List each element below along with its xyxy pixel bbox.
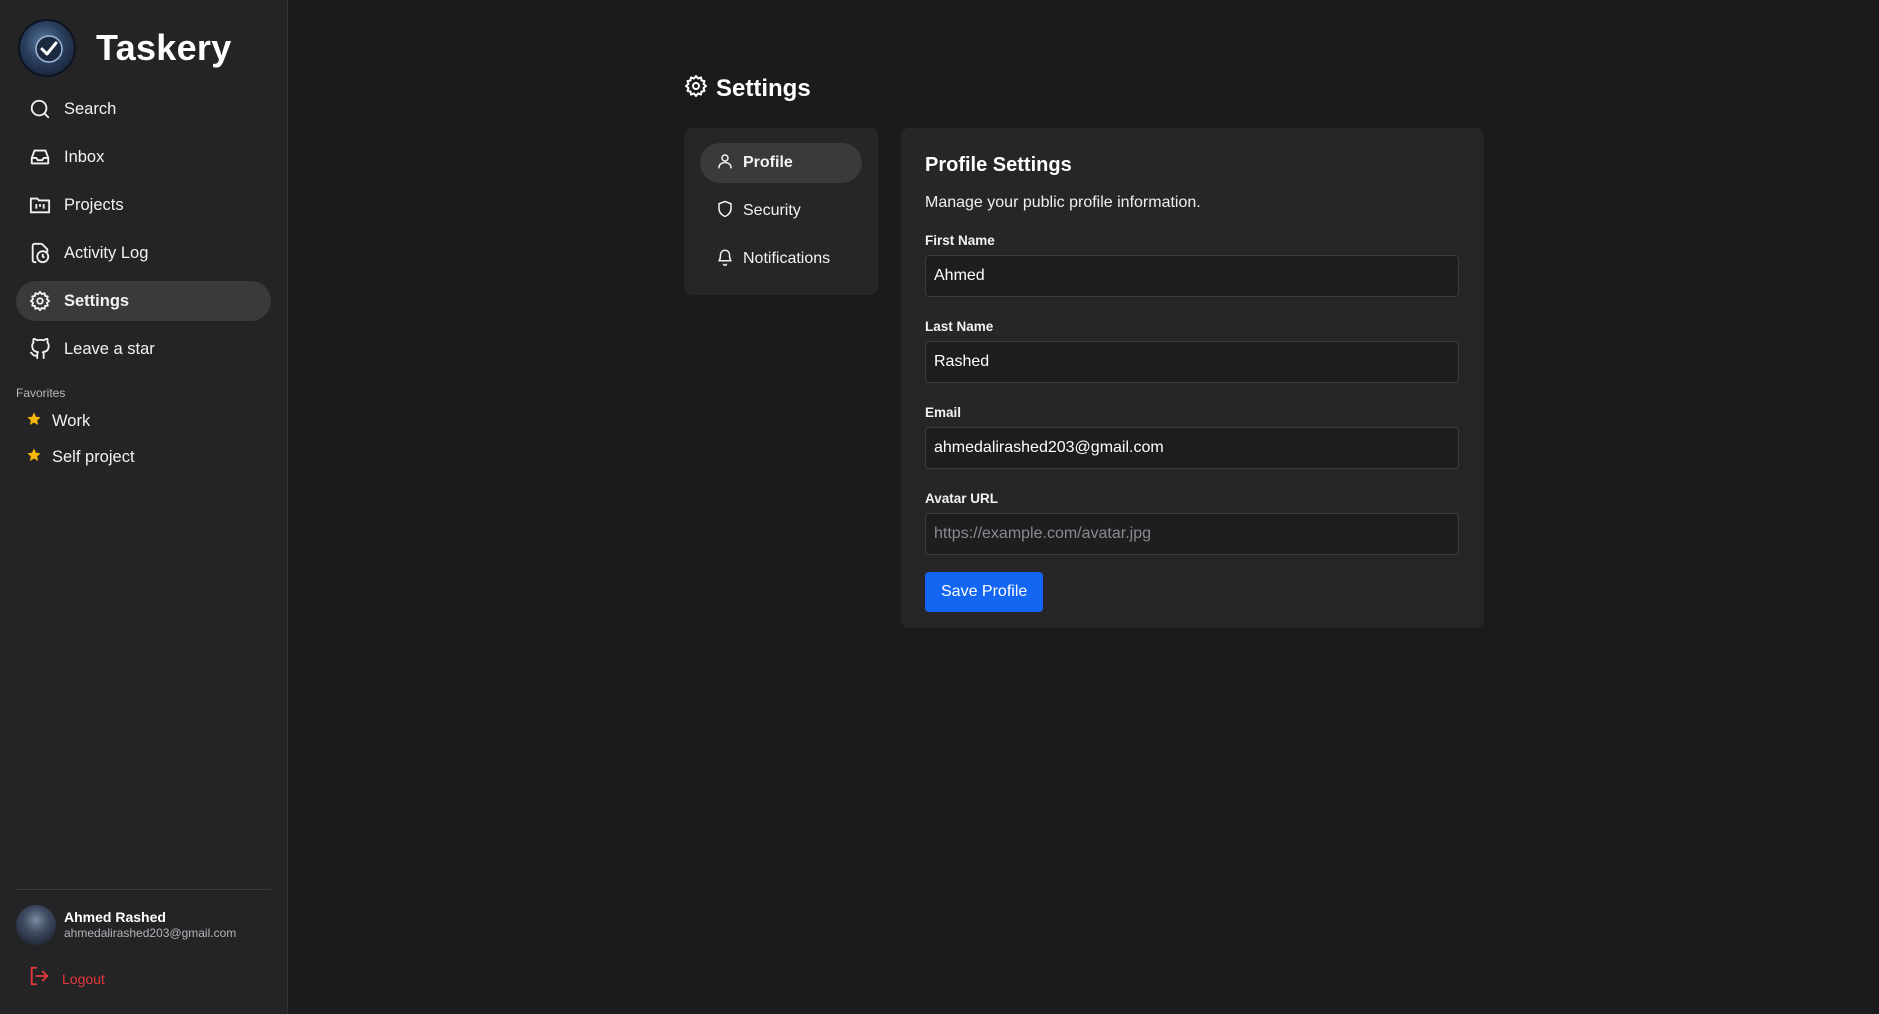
tab-label: Notifications bbox=[743, 250, 831, 267]
app-logo bbox=[18, 19, 76, 77]
favorite-item-self-project[interactable]: Self project bbox=[16, 439, 271, 475]
favorite-label: Self project bbox=[52, 447, 135, 466]
activity-log-icon bbox=[28, 241, 52, 265]
favorite-label: Work bbox=[52, 411, 91, 430]
user-email: ahmedalirashed203@gmail.com bbox=[64, 926, 237, 940]
logout-icon bbox=[28, 965, 50, 992]
first-name-field[interactable] bbox=[925, 255, 1459, 297]
search-icon bbox=[28, 97, 52, 121]
projects-icon bbox=[28, 193, 52, 217]
favorites-list: Work Self project bbox=[16, 403, 271, 475]
gear-icon bbox=[684, 74, 708, 103]
star-icon bbox=[26, 411, 42, 432]
main-content: Settings Profile Security Notifications bbox=[288, 0, 1879, 1014]
page-title-text: Settings bbox=[716, 74, 811, 102]
user-profile[interactable]: Ahmed Rashed ahmedalirashed203@gmail.com bbox=[16, 905, 236, 945]
tab-label: Profile bbox=[743, 154, 793, 171]
tab-security[interactable]: Security bbox=[700, 191, 862, 231]
favorites-heading: Favorites bbox=[16, 386, 66, 400]
sidebar-nav: Search Inbox Projects Activity Log Setti… bbox=[16, 89, 271, 377]
sidebar: Taskery Search Inbox Projects Activity L… bbox=[0, 0, 288, 1014]
sidebar-item-search[interactable]: Search bbox=[16, 89, 271, 129]
sidebar-item-label: Inbox bbox=[64, 147, 105, 166]
bell-icon bbox=[716, 248, 734, 271]
avatar bbox=[16, 905, 56, 945]
sidebar-item-settings[interactable]: Settings bbox=[16, 281, 271, 321]
save-profile-button[interactable]: Save Profile bbox=[925, 572, 1044, 612]
tab-profile[interactable]: Profile bbox=[700, 143, 862, 183]
profile-settings-title: Profile Settings bbox=[925, 154, 1072, 176]
user-info: Ahmed Rashed ahmedalirashed203@gmail.com bbox=[64, 909, 236, 941]
profile-settings-subtitle: Manage your public profile information. bbox=[925, 194, 1201, 211]
shield-icon bbox=[716, 200, 734, 223]
email-field[interactable] bbox=[925, 427, 1459, 469]
logout-label: Logout bbox=[62, 970, 105, 987]
user-icon bbox=[716, 152, 734, 175]
tab-notifications[interactable]: Notifications bbox=[700, 239, 862, 279]
favorite-item-work[interactable]: Work bbox=[16, 403, 271, 439]
tab-label: Security bbox=[743, 202, 801, 219]
settings-tabs: Profile Security Notifications bbox=[684, 128, 878, 295]
sidebar-item-label: Settings bbox=[64, 291, 130, 310]
sidebar-item-label: Activity Log bbox=[64, 243, 149, 262]
profile-settings-card: Profile Settings Manage your public prof… bbox=[901, 128, 1484, 628]
sidebar-item-label: Projects bbox=[64, 195, 124, 214]
brand[interactable]: Taskery bbox=[18, 19, 232, 77]
gear-icon bbox=[28, 289, 52, 313]
sidebar-item-leave-a-star[interactable]: Leave a star bbox=[16, 329, 271, 369]
page-title: Settings bbox=[684, 74, 811, 103]
sidebar-item-projects[interactable]: Projects bbox=[16, 185, 271, 225]
app-root: Taskery Search Inbox Projects Activity L… bbox=[0, 0, 1879, 1014]
last-name-field[interactable] bbox=[925, 341, 1459, 383]
sidebar-item-activity-log[interactable]: Activity Log bbox=[16, 233, 271, 273]
last-name-label: Last Name bbox=[925, 319, 994, 334]
star-icon bbox=[26, 447, 42, 468]
sidebar-item-label: Search bbox=[64, 99, 117, 118]
avatar-url-label: Avatar URL bbox=[925, 491, 999, 506]
app-name: Taskery bbox=[96, 27, 232, 68]
logout-button[interactable]: Logout bbox=[28, 965, 105, 992]
inbox-icon bbox=[28, 145, 52, 169]
github-icon bbox=[28, 337, 52, 361]
user-name: Ahmed Rashed bbox=[64, 909, 166, 925]
sidebar-item-inbox[interactable]: Inbox bbox=[16, 137, 271, 177]
sidebar-item-label: Leave a star bbox=[64, 339, 155, 358]
sidebar-divider bbox=[16, 889, 271, 890]
email-label: Email bbox=[925, 405, 962, 420]
first-name-label: First Name bbox=[925, 233, 995, 248]
avatar-url-field[interactable] bbox=[925, 513, 1459, 555]
